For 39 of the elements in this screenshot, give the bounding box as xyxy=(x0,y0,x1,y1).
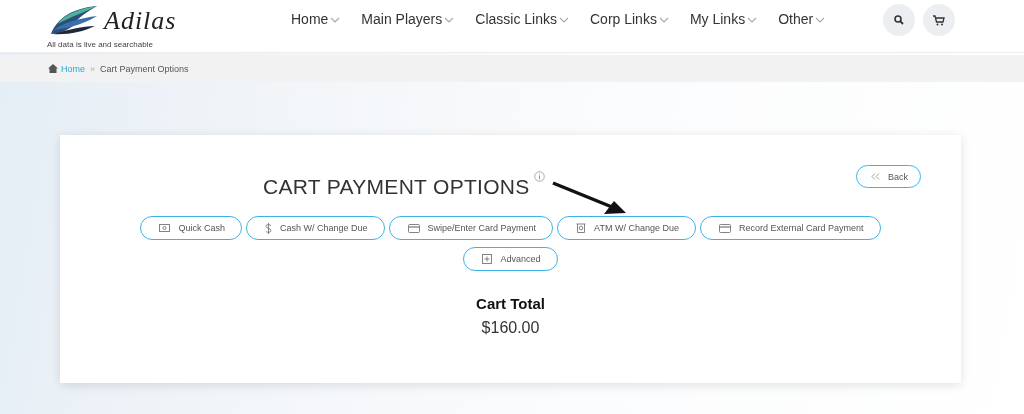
chevron-down-icon xyxy=(559,17,569,23)
breadcrumb-current: Cart Payment Options xyxy=(100,63,189,74)
nav-menu-item[interactable]: Corp Links xyxy=(590,10,669,28)
nav-menu-item[interactable]: Main Players xyxy=(361,10,455,28)
payment-option-button[interactable]: ATM W/ Change Due xyxy=(557,216,696,240)
cart-button[interactable] xyxy=(923,4,956,36)
nav-menu-item[interactable]: Classic Links xyxy=(475,10,569,28)
payment-option-button[interactable]: Advanced xyxy=(463,247,558,271)
chevron-down-icon xyxy=(815,17,826,23)
plus-box-icon xyxy=(482,254,493,264)
breadcrumb-separator: » xyxy=(90,63,96,74)
tagline: All data is live and searchable xyxy=(47,40,154,49)
search-icon xyxy=(894,15,905,25)
nav-menu-item[interactable]: My Links xyxy=(689,10,758,28)
atm-icon xyxy=(576,223,587,233)
card-icon xyxy=(407,223,420,233)
home-icon xyxy=(48,64,58,73)
card-icon xyxy=(718,223,731,233)
logo-wordmark[interactable]: Adilas xyxy=(104,6,177,36)
cart-total-value: $160.00 xyxy=(481,319,540,337)
dollar-icon xyxy=(265,222,272,234)
nav-menu-item[interactable]: Home xyxy=(291,10,341,28)
cart-total-label: Cart Total xyxy=(476,295,545,312)
cart-icon xyxy=(933,14,946,26)
payment-option-button[interactable]: Cash W/ Change Due xyxy=(246,216,385,240)
double-chevron-icon xyxy=(871,173,880,180)
chevron-down-icon xyxy=(444,17,455,23)
search-button[interactable] xyxy=(883,4,916,36)
nav-menu-item[interactable]: Other xyxy=(778,10,826,28)
back-button[interactable]: Back xyxy=(856,165,921,188)
page-title: CART PAYMENT OPTIONS xyxy=(263,175,530,199)
payment-option-button[interactable]: Record External Card Payment xyxy=(699,216,881,240)
payment-option-button[interactable]: Swipe/Enter Card Payment xyxy=(388,216,554,240)
info-icon xyxy=(533,171,545,182)
payment-option-button[interactable]: Quick Cash xyxy=(140,216,242,240)
cash-icon xyxy=(159,224,171,232)
chevron-down-icon xyxy=(330,17,341,23)
chevron-down-icon xyxy=(658,17,669,23)
chevron-down-icon xyxy=(747,17,758,23)
